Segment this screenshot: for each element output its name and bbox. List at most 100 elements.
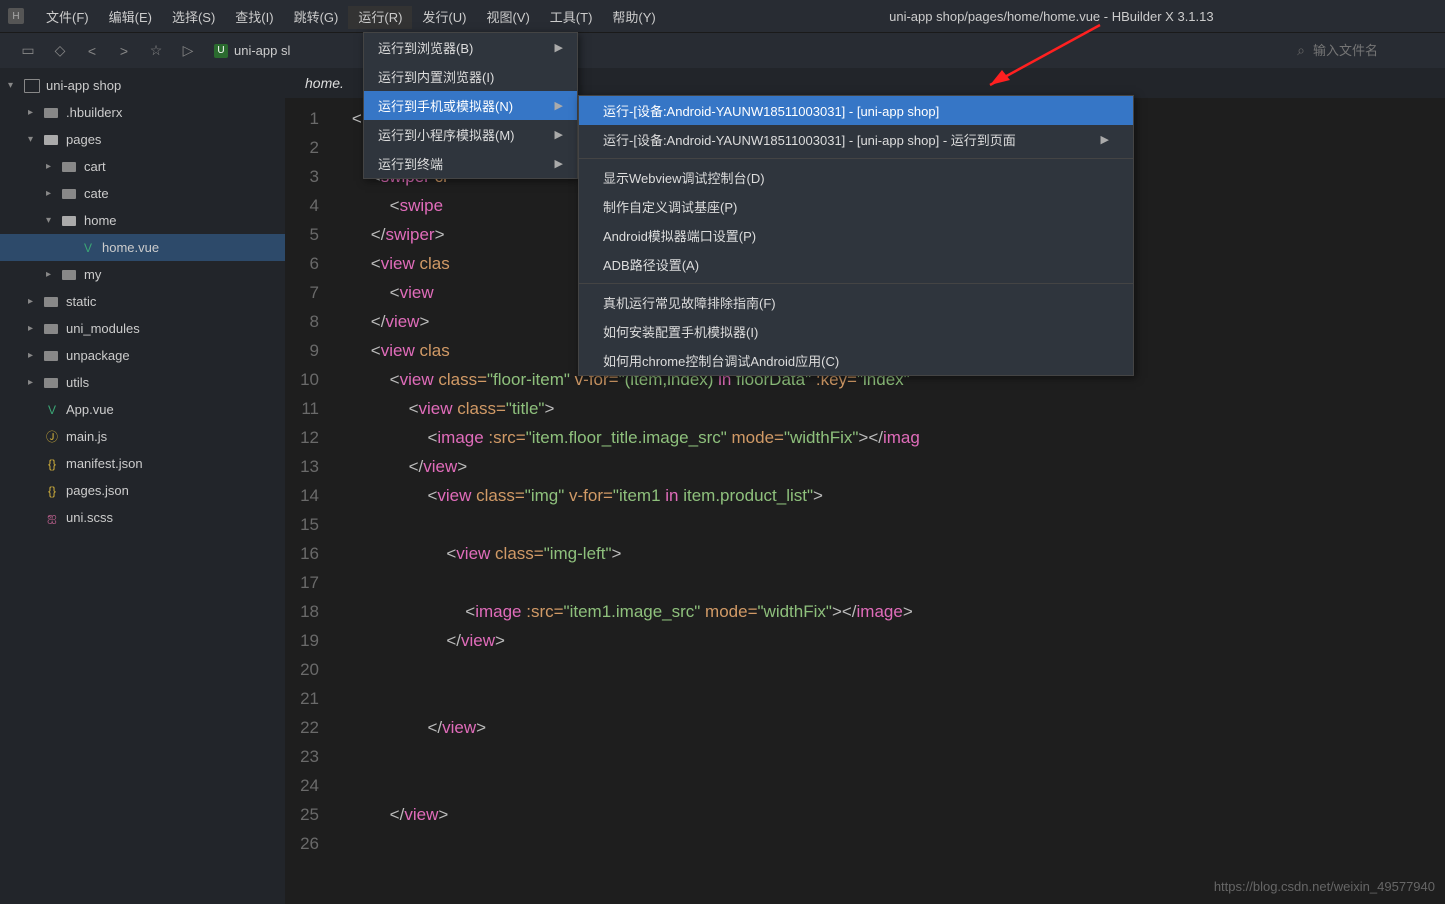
nav-forward-icon[interactable]: > <box>108 43 140 59</box>
star-icon[interactable]: ☆ <box>140 42 172 59</box>
vue-file-icon: U <box>214 44 228 58</box>
search-input[interactable] <box>1313 43 1433 58</box>
tree-label: cart <box>84 159 106 174</box>
file-icon: ஐ <box>44 510 60 526</box>
tree-label: pages.json <box>66 483 129 498</box>
folder-row[interactable]: ▾ home <box>0 207 285 234</box>
tree-label: manifest.json <box>66 456 143 471</box>
menu-item[interactable]: 发行(U) <box>412 6 476 29</box>
menu-item[interactable]: 视图(V) <box>476 6 539 29</box>
folder-row[interactable]: ▸ uni_modules <box>0 315 285 342</box>
run-icon[interactable]: ▷ <box>172 42 204 59</box>
file-row[interactable]: ஐ uni.scss <box>0 504 285 531</box>
window-title: uni-app shop/pages/home/home.vue - HBuil… <box>889 9 1213 24</box>
menu-item[interactable]: 工具(T) <box>540 6 603 29</box>
menu-item[interactable]: 跳转(G) <box>284 6 349 29</box>
menu-separator <box>579 158 1133 159</box>
project-root[interactable]: ▾ uni-app shop <box>0 72 285 99</box>
chevron-right-icon: ▶ <box>1101 133 1109 146</box>
tree-label: uni.scss <box>66 510 113 525</box>
chevron-right-icon: ▸ <box>46 269 58 280</box>
menu-item[interactable]: 运行(R) <box>348 6 412 29</box>
file-explorer[interactable]: ▾ uni-app shop ▸ .hbuilderx ▾pages ▸ cart ▸ca… <box>0 68 285 904</box>
file-row[interactable]: Vhome.vue <box>0 234 285 261</box>
toolbar: ▭ ◇ < > ☆ ▷ U uni-app sl ue ⌕ <box>0 32 1445 68</box>
tree-label: home <box>84 213 117 228</box>
menu-item[interactable]: 编辑(E) <box>99 6 162 29</box>
file-row[interactable]: V App.vue <box>0 396 285 423</box>
file-icon: {} <box>44 457 60 471</box>
chevron-right-icon: ▸ <box>46 161 58 172</box>
submenu-item[interactable]: ADB路径设置(A) <box>579 250 1133 279</box>
folder-row[interactable]: ▸ my <box>0 261 285 288</box>
file-icon: V <box>44 403 60 417</box>
chevron-right-icon: ▸ <box>28 296 40 307</box>
submenu-item[interactable]: 运行-[设备:Android-YAUNW18511003031] - [uni-… <box>579 125 1133 154</box>
folder-row[interactable]: ▸ .hbuilderx <box>0 99 285 126</box>
chevron-right-icon: ▶ <box>555 99 563 112</box>
file-icon: Ⓙ <box>44 428 60 445</box>
chevron-right-icon: ▶ <box>555 41 563 54</box>
nav-back-icon[interactable]: < <box>76 43 108 59</box>
app-logo-icon: H <box>8 8 24 24</box>
submenu-item[interactable]: 显示Webview调试控制台(D) <box>579 163 1133 192</box>
submenu-item[interactable]: 真机运行常见故障排除指南(F) <box>579 288 1133 317</box>
chevron-right-icon: ▸ <box>28 350 40 361</box>
save-icon[interactable]: ◇ <box>44 42 76 59</box>
submenu-item[interactable]: 运行-[设备:Android-YAUNW18511003031] - [uni-… <box>579 96 1133 125</box>
tree-label: utils <box>66 375 89 390</box>
menu-item[interactable]: 运行到小程序模拟器(M)▶ <box>364 120 577 149</box>
editor-tab-filename[interactable]: home. <box>305 75 344 91</box>
file-icon: V <box>80 241 96 255</box>
folder-icon <box>62 160 78 174</box>
file-row[interactable]: {} pages.json <box>0 477 285 504</box>
menu-item[interactable]: 运行到手机或模拟器(N)▶ <box>364 91 577 120</box>
folder-icon <box>44 322 60 336</box>
chevron-right-icon: ▶ <box>555 128 563 141</box>
folder-row[interactable]: ▸cate <box>0 180 285 207</box>
run-menu-dropdown[interactable]: 运行到浏览器(B)▶运行到内置浏览器(I)运行到手机或模拟器(N)▶运行到小程序… <box>363 32 578 179</box>
chevron-down-icon: ▾ <box>28 134 40 145</box>
folder-row[interactable]: ▸ static <box>0 288 285 315</box>
tree-label: .hbuilderx <box>66 105 122 120</box>
tree-label: main.js <box>66 429 107 444</box>
submenu-item[interactable]: Android模拟器端口设置(P) <box>579 221 1133 250</box>
menu-item[interactable]: 帮助(Y) <box>602 6 665 29</box>
menu-separator <box>579 283 1133 284</box>
menu-item[interactable]: 运行到浏览器(B)▶ <box>364 33 577 62</box>
file-icon: {} <box>44 484 60 498</box>
run-device-submenu[interactable]: 运行-[设备:Android-YAUNW18511003031] - [uni-… <box>578 95 1134 376</box>
tree-label: my <box>84 267 101 282</box>
file-row[interactable]: Ⓙmain.js <box>0 423 285 450</box>
folder-icon <box>44 295 60 309</box>
submenu-item[interactable]: 如何用chrome控制台调试Android应用(C) <box>579 346 1133 375</box>
chevron-down-icon: ▾ <box>46 215 58 226</box>
submenu-item[interactable]: 如何安装配置手机模拟器(I) <box>579 317 1133 346</box>
menu-item[interactable]: 运行到内置浏览器(I) <box>364 62 577 91</box>
folder-row[interactable]: ▸ cart <box>0 153 285 180</box>
chevron-right-icon: ▸ <box>28 377 40 388</box>
tree-label: static <box>66 294 96 309</box>
watermark-text: https://blog.csdn.net/weixin_49577940 <box>1214 879 1435 894</box>
folder-row[interactable]: ▾pages <box>0 126 285 153</box>
folder-icon <box>62 268 78 282</box>
menu-item[interactable]: 运行到终端▶ <box>364 149 577 178</box>
menu-item[interactable]: 选择(S) <box>162 6 225 29</box>
file-new-icon[interactable]: ▭ <box>12 42 44 59</box>
file-row[interactable]: {} manifest.json <box>0 450 285 477</box>
chevron-right-icon: ▸ <box>28 107 40 118</box>
chevron-down-icon: ▾ <box>8 80 20 91</box>
file-search[interactable]: ⌕ <box>1297 42 1433 59</box>
tree-label: uni_modules <box>66 321 140 336</box>
tree-label: App.vue <box>66 402 114 417</box>
menu-item[interactable]: 查找(I) <box>225 6 283 29</box>
submenu-item[interactable]: 制作自定义调试基座(P) <box>579 192 1133 221</box>
chevron-right-icon: ▸ <box>46 188 58 199</box>
menu-item[interactable]: 文件(F) <box>36 6 99 29</box>
folder-row[interactable]: ▸ unpackage <box>0 342 285 369</box>
tree-label: unpackage <box>66 348 130 363</box>
line-gutter: 1234567891011121314151617181920212223242… <box>285 98 333 858</box>
chevron-right-icon: ▸ <box>28 323 40 334</box>
folder-row[interactable]: ▸ utils <box>0 369 285 396</box>
folder-icon <box>44 349 60 363</box>
